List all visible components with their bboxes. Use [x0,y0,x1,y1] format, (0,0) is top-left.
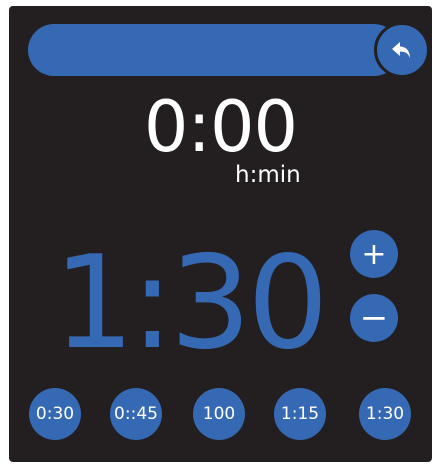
back-button[interactable] [374,22,430,78]
undo-arrow-icon [390,39,414,61]
timer-panel: 0:00 h:min 1:30 + − 0:30 0::45 100 1:15 … [9,6,432,462]
increase-button[interactable]: + [350,230,398,278]
time-unit-label: h:min [235,162,301,188]
preset-button-1-30[interactable]: 1:30 [359,388,411,440]
set-time-value: 1:30 [53,229,328,378]
progress-bar [28,24,400,76]
preset-button-1-15[interactable]: 1:15 [274,388,326,440]
preset-button-100[interactable]: 100 [193,388,245,440]
preset-button-0-45[interactable]: 0::45 [110,388,162,440]
decrease-button[interactable]: − [350,294,398,342]
elapsed-time: 0:00 [143,86,298,168]
preset-button-0-30[interactable]: 0:30 [29,388,81,440]
